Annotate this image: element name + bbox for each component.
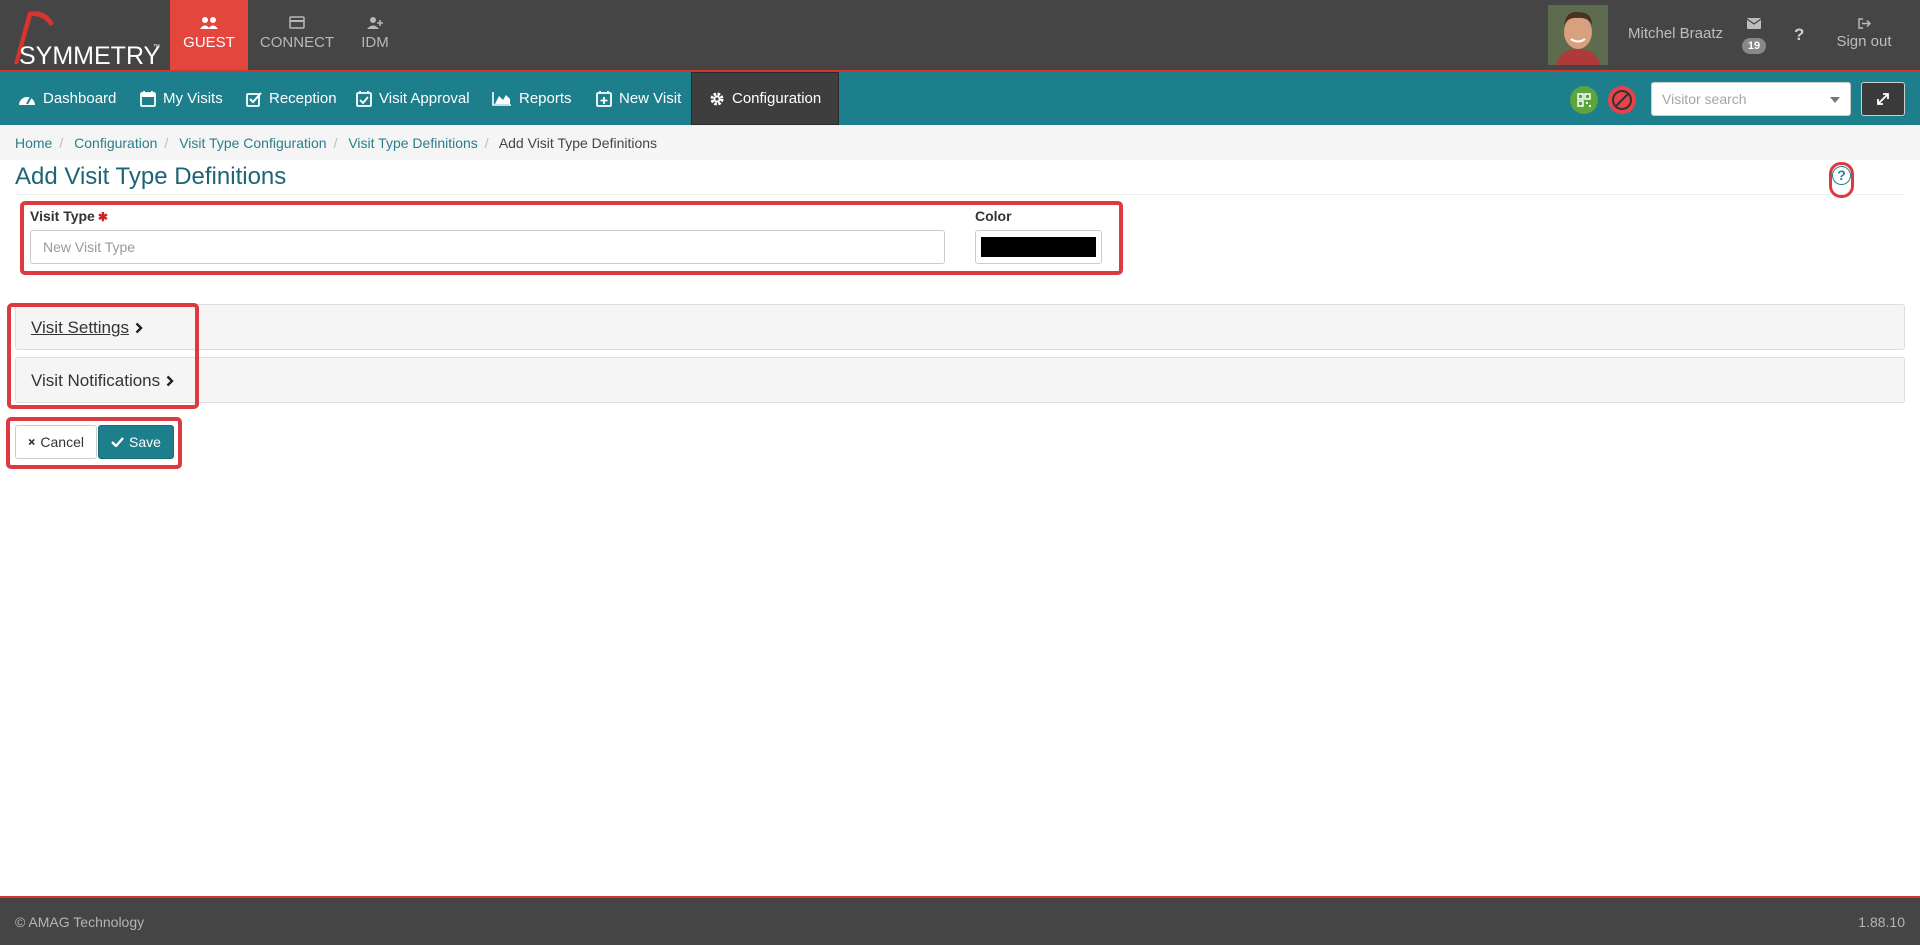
qr-scan-button[interactable] xyxy=(1570,86,1598,114)
top-bar: SYMMETRY ™ GUEST CONNECT IDM Mitchel Bra… xyxy=(0,0,1920,72)
visit-notifications-panel[interactable]: Visit Notifications xyxy=(15,357,1905,403)
required-asterisk-icon: ✱ xyxy=(97,210,108,224)
no-badge-button[interactable] xyxy=(1608,86,1636,114)
app-tab-guest[interactable]: GUEST xyxy=(170,0,248,70)
brand-tm: ™ xyxy=(153,44,160,51)
app-tab-label: GUEST xyxy=(183,34,235,51)
nav-new-visit[interactable]: New Visit xyxy=(596,72,681,125)
check-icon xyxy=(111,437,124,447)
nav-reception[interactable]: Reception xyxy=(246,72,337,125)
breadcrumb-visit-type-definitions[interactable]: Visit Type Definitions xyxy=(348,135,477,151)
color-swatch xyxy=(981,237,1096,257)
footer: © AMAG Technology 1.88.10 xyxy=(0,896,1920,945)
envelope-icon xyxy=(1746,18,1762,29)
visit-type-input[interactable] xyxy=(30,230,945,264)
title-divider xyxy=(15,194,1905,195)
nav-reports[interactable]: Reports xyxy=(492,72,572,125)
visit-type-label: Visit Type ✱ xyxy=(30,208,108,224)
breadcrumb-visit-type-configuration[interactable]: Visit Type Configuration xyxy=(179,135,326,151)
nav-label: Configuration xyxy=(732,90,822,107)
sign-out-icon xyxy=(1857,18,1871,29)
area-chart-icon xyxy=(492,91,511,106)
app-tab-label: CONNECT xyxy=(259,34,335,51)
app-tab-connect[interactable]: CONNECT xyxy=(258,0,336,70)
calendar-check-icon xyxy=(356,90,372,107)
checkbox-edit-icon xyxy=(246,91,262,107)
cancel-label: Cancel xyxy=(40,434,84,450)
brand-name: SYMMETRY xyxy=(19,42,161,70)
calendar-plus-icon xyxy=(596,90,612,107)
breadcrumb: Home / Configuration / Visit Type Configur… xyxy=(0,125,1920,160)
version: 1.88.10 xyxy=(1858,914,1905,930)
color-picker[interactable] xyxy=(975,230,1102,264)
nav-configuration[interactable]: Configuration xyxy=(691,72,840,125)
close-icon xyxy=(28,438,35,446)
user-name[interactable]: Mitchel Braatz xyxy=(1628,25,1723,42)
nav-visit-approval[interactable]: Visit Approval xyxy=(356,72,470,125)
copyright: © AMAG Technology xyxy=(15,914,145,930)
visitor-search-input[interactable] xyxy=(1652,83,1812,115)
card-icon xyxy=(289,16,305,29)
message-count-badge: 19 xyxy=(1741,38,1767,54)
messages-button[interactable]: 19 xyxy=(1738,16,1770,54)
nav-label: New Visit xyxy=(619,90,682,107)
users-icon xyxy=(200,17,218,29)
nav-label: Reception xyxy=(269,90,337,107)
avatar[interactable] xyxy=(1548,5,1608,65)
user-photo-icon xyxy=(1548,5,1608,65)
main-nav: Dashboard My Visits Reception Visit Appr… xyxy=(0,72,1920,125)
nav-label: Dashboard xyxy=(43,90,117,107)
app-tab-idm[interactable]: IDM xyxy=(336,0,414,70)
visitor-search-select[interactable] xyxy=(1651,82,1851,116)
fullscreen-button[interactable] xyxy=(1861,82,1905,116)
cancel-button[interactable]: Cancel xyxy=(15,425,97,459)
breadcrumb-configuration[interactable]: Configuration xyxy=(74,135,157,151)
nav-label: Visit Approval xyxy=(379,90,470,107)
color-label: Color xyxy=(975,208,1012,224)
sign-out-label: Sign out xyxy=(1836,33,1892,50)
breadcrumb-home[interactable]: Home xyxy=(15,135,52,151)
page-title: Add Visit Type Definitions xyxy=(15,163,287,190)
nav-label: My Visits xyxy=(163,90,223,107)
expand-icon xyxy=(1877,93,1889,105)
user-plus-icon xyxy=(367,17,383,29)
visit-settings-panel[interactable]: Visit Settings xyxy=(15,304,1905,350)
panels-highlight xyxy=(7,303,199,409)
gear-icon xyxy=(710,92,724,105)
question-circle-icon[interactable]: ? xyxy=(1832,166,1851,185)
breadcrumb-current: Add Visit Type Definitions xyxy=(498,135,658,151)
symmetry-logo[interactable]: SYMMETRY ™ xyxy=(6,6,166,70)
nav-my-visits[interactable]: My Visits xyxy=(140,72,223,125)
save-label: Save xyxy=(129,434,161,450)
help-button[interactable]: ? xyxy=(1794,25,1804,45)
qr-code-icon xyxy=(1577,93,1591,107)
sign-out-button[interactable]: Sign out xyxy=(1834,16,1894,50)
calendar-icon xyxy=(140,90,156,107)
dashboard-icon xyxy=(19,96,35,105)
nav-dashboard[interactable]: Dashboard xyxy=(18,72,116,125)
nav-label: Reports xyxy=(519,90,572,107)
app-tab-label: IDM xyxy=(361,34,389,51)
prohibited-icon xyxy=(1612,90,1632,110)
save-button[interactable]: Save xyxy=(98,425,174,459)
chevron-down-icon[interactable] xyxy=(1830,97,1840,103)
